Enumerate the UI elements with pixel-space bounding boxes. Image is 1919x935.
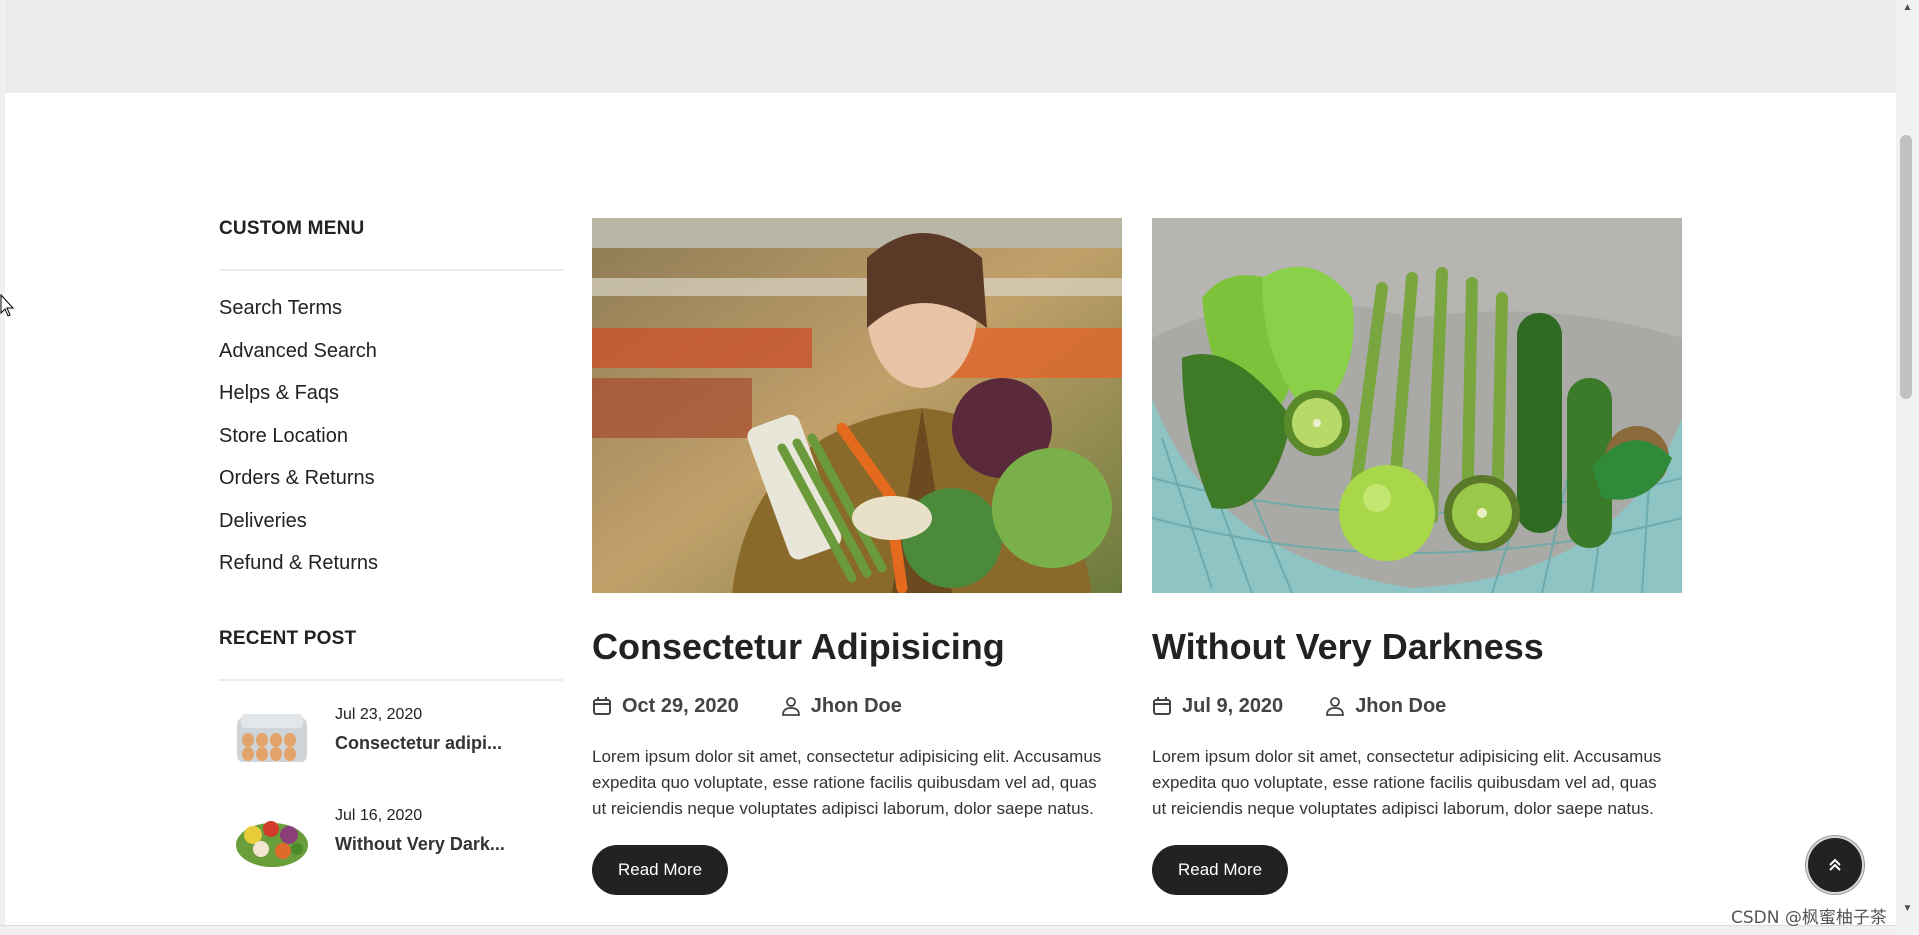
vegetables-thumbnail[interactable] [231, 805, 313, 875]
menu-item-deliveries[interactable]: Deliveries [219, 506, 563, 549]
egg-carton-thumbnail[interactable] [231, 704, 313, 774]
recent-post-title: RECENT POST [219, 628, 357, 649]
post-date-meta: Oct 29, 2020 [592, 695, 739, 718]
post-excerpt: Lorem ipsum dolor sit amet, consectetur … [1152, 747, 1662, 818]
mouse-cursor-icon [0, 294, 15, 317]
page-left-edge [0, 0, 5, 935]
menu-item-refund-returns[interactable]: Refund & Returns [219, 548, 563, 591]
watermark-text: CSDN @枫蜜柚子茶 [1731, 908, 1887, 928]
post-author[interactable]: Jhon Doe [1355, 695, 1446, 718]
blog-post-card: Without Very Darkness Jul 9, 2020 Jhon D… [1152, 218, 1682, 895]
post-meta: Jul 9, 2020 Jhon Doe [1152, 693, 1682, 719]
scrollbar-thumb[interactable] [1900, 135, 1912, 399]
custom-menu-list: Search Terms Advanced Search Helps & Faq… [219, 293, 563, 591]
post-title-link[interactable]: Without Very Dark... [335, 834, 505, 855]
woman-holding-vegetables-image[interactable] [592, 218, 1122, 593]
vegetables-in-mesh-bag-image[interactable] [1152, 218, 1682, 593]
post-date: Jul 23, 2020 [335, 706, 423, 723]
menu-item-orders-returns[interactable]: Orders & Returns [219, 463, 563, 506]
post-date: Jul 9, 2020 [1182, 694, 1284, 717]
custom-menu-title: CUSTOM MENU [219, 218, 365, 239]
post-title[interactable]: Without Very Darkness [1152, 625, 1682, 669]
user-icon [1326, 697, 1345, 716]
post-title-link[interactable]: Consectetur adipi... [335, 733, 502, 754]
menu-item-helps-faqs[interactable]: Helps & Faqs [219, 378, 563, 421]
header-band [5, 0, 1896, 93]
divider [219, 269, 563, 271]
post-meta: Oct 29, 2020 Jhon Doe [592, 693, 1122, 719]
menu-item-store-location[interactable]: Store Location [219, 421, 563, 464]
blog-post-card: Consectetur Adipisicing Oct 29, 2020 Jho… [592, 218, 1122, 895]
post-date: Jul 16, 2020 [335, 807, 423, 824]
post-author-meta: Jhon Doe [781, 695, 902, 718]
menu-item-advanced-search[interactable]: Advanced Search [219, 336, 563, 379]
recent-post-item[interactable]: Jul 23, 2020 Consectetur adipi... [219, 704, 563, 774]
user-icon [781, 697, 800, 716]
post-author-meta: Jhon Doe [1325, 695, 1446, 718]
read-more-button[interactable]: Read More [592, 845, 729, 895]
post-excerpt: Lorem ipsum dolor sit amet, consectetur … [592, 747, 1102, 818]
post-author[interactable]: Jhon Doe [811, 695, 902, 718]
scroll-down-arrow-icon[interactable]: ▼ [1901, 904, 1914, 914]
divider [219, 679, 563, 681]
double-chevron-up-icon [1829, 858, 1841, 871]
post-title[interactable]: Consectetur Adipisicing [592, 625, 1122, 669]
post-date: Oct 29, 2020 [622, 694, 739, 717]
menu-item-search-terms[interactable]: Search Terms [219, 293, 563, 336]
bottom-status-strip [0, 925, 1896, 935]
scroll-up-arrow-icon[interactable]: ▲ [1901, 3, 1914, 13]
sidebar: CUSTOM MENU Search Terms Advanced Search… [219, 218, 563, 867]
read-more-button[interactable]: Read More [1152, 845, 1289, 895]
recent-post-item[interactable]: Jul 16, 2020 Without Very Dark... [219, 805, 563, 875]
calendar-icon [1153, 697, 1171, 715]
recent-post-widget: RECENT POST Jul 23, 2020 Consectetur adi… [219, 628, 563, 867]
back-to-top-button[interactable] [1806, 836, 1864, 894]
post-date-meta: Jul 9, 2020 [1152, 695, 1283, 718]
calendar-icon [593, 697, 611, 715]
